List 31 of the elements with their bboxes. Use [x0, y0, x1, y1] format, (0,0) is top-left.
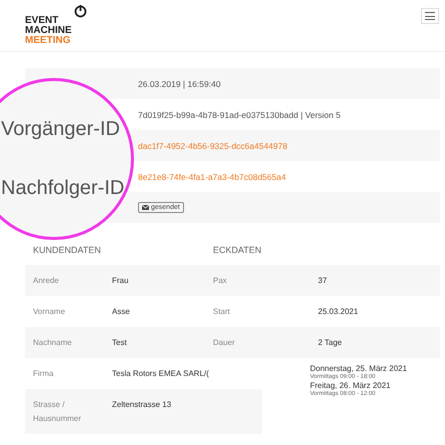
field-label: Start — [213, 307, 231, 316]
field-label: Anrede — [33, 276, 60, 285]
power-icon — [74, 4, 87, 18]
schedule-day: Donnerstag, 25. März 2021 — [310, 364, 440, 373]
field-label: Vorgänger-ID — [1, 118, 121, 141]
field-value: Zeltenstrasse 13 — [112, 399, 172, 411]
section-heading: ECKDATEN — [213, 245, 262, 257]
field-value: 25.03.2021 — [318, 307, 360, 316]
logo-text: MEETING — [25, 36, 72, 46]
id-link[interactable]: dac1f7-4952-4b56-9325-dcc6a4544978 — [138, 140, 288, 150]
field-label: Strasse / Hausnummer — [33, 399, 82, 425]
field-value: Tesla Rotors EMEA SARL/( — [112, 368, 210, 380]
menu-button[interactable] — [421, 8, 439, 24]
field-value: 37 — [318, 276, 328, 285]
field-label: Firma — [33, 368, 54, 380]
meta-value: 26.03.2019 | 16:59:40 — [138, 78, 221, 88]
field-value: Frau — [112, 276, 130, 285]
field-label: Vorname — [33, 307, 66, 316]
field-value: Asse — [112, 307, 131, 316]
section-heading: KUNDENDATEN — [33, 245, 102, 257]
field-label: Dauer — [213, 338, 236, 347]
schedule-day: Freitag, 26. März 2021 — [310, 381, 440, 390]
logo-text: EVENT — [25, 16, 60, 26]
id-link[interactable]: 8e21e8-74fe-4fa1-a7a3-4b7c08d565a4 — [138, 172, 286, 182]
logo-text: MACHINE — [25, 26, 72, 36]
meta-value: 7d019f25-b99a-4b78-91ad-e0375130badd | Version 5 — [138, 110, 341, 120]
field-value: 2 Tage — [318, 338, 343, 347]
field-label: Pax — [213, 276, 228, 285]
field-value: Test — [112, 338, 128, 347]
field-label: Nachname — [33, 338, 73, 347]
field-label: Nachfolger-ID — [1, 177, 126, 200]
